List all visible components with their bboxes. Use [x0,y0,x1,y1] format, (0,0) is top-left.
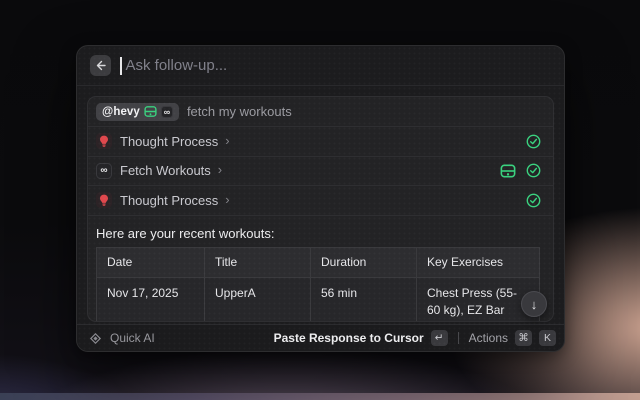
paste-response-button[interactable]: Paste Response to Cursor [274,331,424,345]
server-icon [144,105,157,118]
table-row: Nov 17, 2025 UpperA 56 min Chest Press (… [97,277,540,322]
footer-bar: Quick AI Paste Response to Cursor ↵ Acti… [77,324,564,351]
cell-title: UpperA [205,277,311,322]
step-row-fetch-workouts[interactable]: ∞ Fetch Workouts › [88,157,553,187]
cmd-key-icon: ⌘ [515,330,532,346]
col-header-date: Date [97,247,205,277]
quick-ai-window: Ask follow-up... @hevy ∞ fetch my workou… [76,45,565,352]
infinity-icon: ∞ [96,163,112,179]
lightbulb-icon [96,192,112,208]
k-key-icon: K [539,330,556,346]
infinity-icon: ∞ [161,106,173,118]
user-message-text: fetch my workouts [187,104,292,119]
chevron-right-icon: › [225,192,229,209]
cell-duration: 56 min [311,277,417,322]
chevron-right-icon: › [218,162,222,179]
scroll-to-bottom-button[interactable]: ↓ [521,291,547,317]
col-header-title: Title [205,247,311,277]
step-label: Thought Process [120,134,218,149]
footer-divider [458,332,459,344]
mention-pill[interactable]: @hevy ∞ [96,103,179,121]
check-icon [526,193,541,208]
col-header-duration: Duration [311,247,417,277]
response-intro-text: Here are your recent workouts: [96,226,545,241]
raycast-logo-icon [89,332,102,345]
ai-response: Here are your recent workouts: Date Titl… [88,216,553,323]
text-caret [120,57,122,75]
followup-input-placeholder[interactable]: Ask follow-up... [126,57,228,74]
step-row-thought-process-1[interactable]: Thought Process › [88,127,553,157]
back-arrow-icon [95,60,106,71]
server-icon [500,163,516,179]
col-header-key-exercises: Key Exercises [417,247,540,277]
table-header-row: Date Title Duration Key Exercises [97,247,540,277]
cell-date: Nov 17, 2025 [97,277,205,322]
check-icon [526,134,541,149]
back-button[interactable] [90,55,111,76]
return-key-icon: ↵ [431,330,448,346]
check-icon [526,163,541,178]
lightbulb-icon [96,133,112,149]
user-message-row: @hevy ∞ fetch my workouts [88,97,553,127]
followup-input-row[interactable]: Ask follow-up... [77,46,564,86]
actions-button[interactable]: Actions [469,331,508,345]
chevron-right-icon: › [225,133,229,150]
mention-name: @hevy [102,106,140,118]
app-label: Quick AI [110,331,155,345]
workouts-table: Date Title Duration Key Exercises Nov 17… [96,247,540,323]
chat-card: @hevy ∞ fetch my workouts Thought Proces… [87,96,554,322]
step-label: Fetch Workouts [120,163,211,178]
step-label: Thought Process [120,193,218,208]
wallpaper-bottom-band [0,393,640,400]
step-row-thought-process-2[interactable]: Thought Process › [88,186,553,216]
